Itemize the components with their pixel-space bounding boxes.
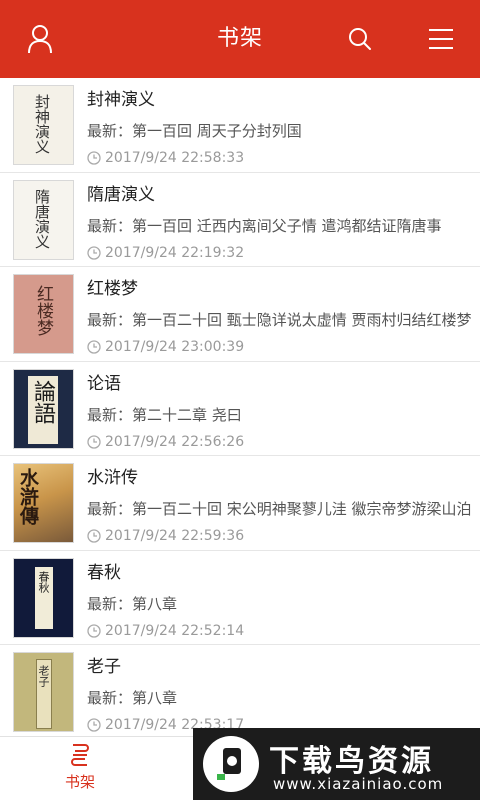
search-icon[interactable] <box>343 22 377 56</box>
cover-title: 水滸傳 <box>17 468 39 525</box>
book-title: 春秋 <box>87 562 121 583</box>
latest-chapter: 最新：第八章 <box>87 594 178 613</box>
book-row[interactable]: 水滸傳 水浒传 最新：第一百二十回 宋公明神聚蓼儿洼 徽宗帝梦游梁山泊 2017… <box>0 456 480 551</box>
bookshelf-icon <box>71 744 89 766</box>
app-header: 书架 <box>0 0 480 78</box>
book-cover: 春秋 <box>13 557 74 638</box>
cover-title: 春秋 <box>37 570 50 593</box>
update-time: 2017/9/24 23:00:39 <box>105 339 245 355</box>
book-title: 水浒传 <box>87 468 138 488</box>
book-row[interactable]: 红楼梦 红楼梦 最新：第一百二十回 甄士隐详说太虚情 贾雨村归结红楼梦 2017… <box>0 267 480 362</box>
watermark-banner: 下载鸟资源 www.xiazainiao.com <box>193 728 480 800</box>
clock-icon <box>87 245 101 260</box>
book-title: 红楼梦 <box>87 279 138 299</box>
book-cover: 老子 <box>13 652 74 732</box>
latest-chapter: 最新：第一百二十回 宋公明神聚蓼儿洼 徽宗帝梦游梁山泊 <box>87 500 472 518</box>
book-cover: 封神演义 <box>13 85 74 165</box>
clock-icon <box>87 529 101 543</box>
book-cover: 論語 <box>13 368 74 449</box>
clock-icon <box>87 434 101 449</box>
book-row[interactable]: 論語 论语 最新：第二十二章 尧曰 2017/9/24 22:56:26 <box>0 362 480 456</box>
clock-icon <box>87 340 101 354</box>
page-title: 书架 <box>216 26 263 51</box>
update-time: 2017/9/24 22:58:33 <box>105 150 245 166</box>
book-row[interactable]: 老子 老子 最新：第八章 2017/9/24 22:53:17 <box>0 645 480 736</box>
update-time: 2017/9/24 22:56:26 <box>105 433 245 450</box>
cover-title: 红楼梦 <box>33 285 53 336</box>
latest-chapter: 最新：第一百二十回 甄士隐详说太虚情 贾雨村归结红楼梦 <box>87 311 472 329</box>
watermark-url: www.xiazainiao.com <box>273 775 444 793</box>
update-time: 2017/9/24 22:52:14 <box>105 622 245 639</box>
bookshelf-list: 封神演义 封神演义 最新：第一百回 周天子分封列国 2017/9/24 22:5… <box>0 78 480 736</box>
book-title: 论语 <box>87 373 121 394</box>
watermark-logo <box>203 736 259 792</box>
latest-chapter: 最新：第一百回 周天子分封列国 <box>87 122 302 140</box>
clock-icon <box>87 718 101 732</box>
latest-chapter: 最新：第二十二章 尧曰 <box>87 405 242 424</box>
cover-title: 論語 <box>30 379 55 424</box>
book-cover: 隋唐演义 <box>13 179 74 260</box>
book-row[interactable]: 隋唐演义 隋唐演义 最新：第一百回 迁西内离间父子情 遣鸿都结证隋唐事 2017… <box>0 173 480 267</box>
clock-icon <box>87 151 101 165</box>
latest-chapter: 最新：第一百回 迁西内离间父子情 遣鸿都结证隋唐事 <box>87 216 442 235</box>
book-title: 封神演义 <box>87 90 155 110</box>
cover-title: 封神演义 <box>33 94 51 154</box>
menu-icon[interactable] <box>424 22 458 56</box>
latest-chapter: 最新：第八章 <box>87 689 178 707</box>
clock-icon <box>87 623 101 638</box>
cover-title: 老子 <box>37 665 50 687</box>
update-time: 2017/9/24 22:59:36 <box>105 528 245 544</box>
tab-bookshelf-label: 书架 <box>64 773 95 791</box>
book-title: 隋唐演义 <box>87 184 155 205</box>
book-title: 老子 <box>87 657 121 677</box>
tab-bookshelf[interactable]: 书架 <box>50 743 110 799</box>
book-row[interactable]: 春秋 春秋 最新：第八章 2017/9/24 22:52:14 <box>0 551 480 645</box>
update-time: 2017/9/24 22:19:32 <box>105 244 245 261</box>
watermark-title: 下载鸟资源 <box>269 744 434 779</box>
book-row[interactable]: 封神演义 封神演义 最新：第一百回 周天子分封列国 2017/9/24 22:5… <box>0 78 480 173</box>
book-cover: 红楼梦 <box>13 274 74 354</box>
book-cover: 水滸傳 <box>13 463 74 543</box>
cover-title: 隋唐演义 <box>33 188 51 249</box>
